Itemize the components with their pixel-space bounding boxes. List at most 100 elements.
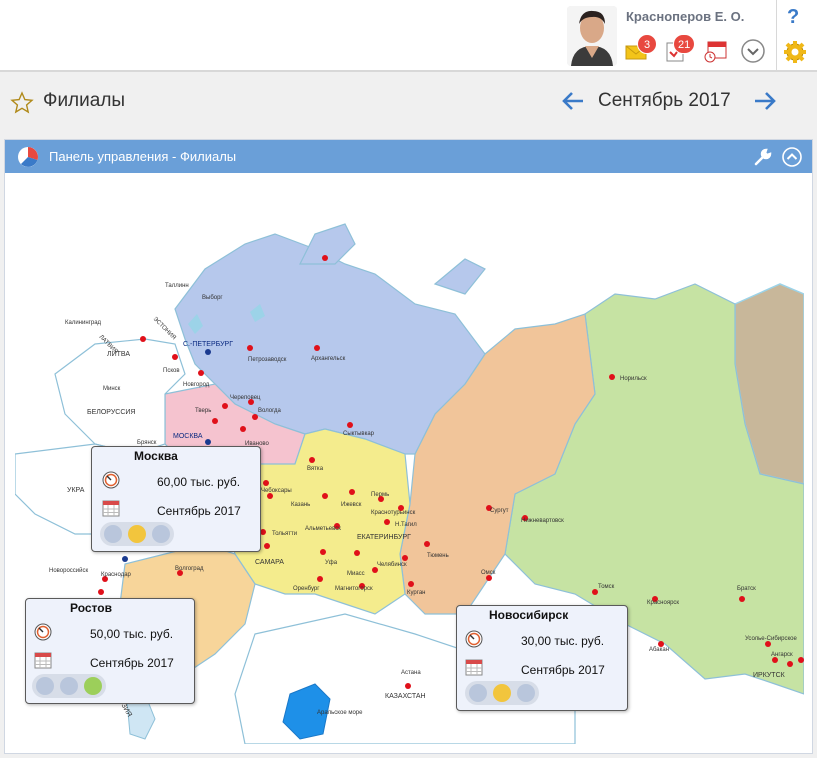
calendar-icon (34, 652, 52, 669)
gauge-icon (465, 630, 483, 648)
map-label-nizhnevartovsk: Нижневартовск (521, 518, 564, 524)
pie-chart-icon (18, 147, 38, 167)
map-label-surgut: Сургут (490, 508, 509, 514)
map-label-ekaterinburg: ЕКАТЕРИНБУРГ (357, 534, 411, 541)
map-label-tolyatti: Тольятти (272, 531, 297, 537)
map-label-syktyvkar: Сыктывкар (343, 431, 375, 437)
branch-value: 60,00 тыс. руб. (157, 475, 241, 489)
map-label-samara: САМАРА (255, 559, 284, 566)
light-yellow-on (128, 525, 146, 543)
avatar[interactable] (567, 6, 617, 66)
header-divider (776, 0, 777, 72)
light-red-off (36, 677, 54, 695)
light-green-on (84, 677, 102, 695)
map-label-almetyevsk: Альметьевск (305, 526, 341, 532)
map-label-izhevsk: Ижевск (341, 502, 362, 508)
map-label-astana: Астана (401, 670, 421, 676)
branch-date: Сентябрь 2017 (521, 663, 605, 677)
map-label-cherepovets: Череповец (230, 395, 261, 401)
help-button[interactable]: ? (787, 6, 799, 29)
map-label-ukraine: УКРА (67, 487, 85, 494)
map-label-tver: Тверь (195, 408, 211, 414)
gauge-icon (34, 623, 52, 641)
calendar-icon (102, 500, 120, 517)
gear-icon (784, 41, 806, 63)
branches-map[interactable]: Таллинн Выборг ЭСТОНИЯ ЛАТВИЯ ЛИТВА Кали… (15, 174, 804, 744)
map-label-vyborg: Выборг (202, 295, 223, 301)
map-label-chelyabinsk: Челябинск (377, 562, 407, 568)
favorite-star-icon[interactable] (10, 91, 34, 115)
branch-popup-moscow[interactable]: Москва 60,00 тыс. руб. Сентябрь 2017 (91, 446, 261, 552)
map-label-minsk: Минск (103, 386, 121, 392)
messages-badge: 3 (637, 34, 657, 54)
light-green-off (152, 525, 170, 543)
settings-button[interactable] (783, 40, 809, 66)
map-label-magnitogorsk: Магнитогорск (335, 586, 373, 592)
branch-popup-rostov[interactable]: Ростов 50,00 тыс. руб. Сентябрь 2017 (25, 598, 195, 704)
map-label-norilsk: Норильск (620, 376, 647, 382)
user-name[interactable]: Красноперов Е. О. (626, 9, 744, 24)
collapse-chevron-up-icon[interactable] (781, 146, 803, 168)
map-label-krasnoyarsk: Красноярск (647, 600, 679, 606)
map-label-tomsk: Томск (598, 584, 615, 590)
map-label-kurgan: Курган (407, 590, 425, 596)
map-label-bratsk: Братск (737, 586, 756, 592)
map-label-petrozavodsk: Петрозаводск (248, 357, 287, 363)
wrench-icon[interactable] (753, 147, 773, 167)
map-label-abakan: Абакан (649, 647, 669, 653)
map-label-novorossiysk: Новороссийск (49, 567, 89, 574)
map-label-novgorod: Новгород (183, 382, 210, 388)
map-label-lithuania: ЛИТВА (107, 351, 130, 358)
map-label-kazakhstan: КАЗАХСТАН (385, 693, 426, 700)
user-menu-button[interactable] (740, 38, 766, 64)
user-photo-icon (567, 6, 617, 66)
light-green-off (517, 684, 535, 702)
branch-popup-novosibirsk[interactable]: Новосибирск 30,00 тыс. руб. Сентябрь 201… (456, 605, 628, 711)
map-label-belarus: БЕЛОРУССИЯ (87, 409, 135, 416)
map-label-arkhangelsk: Архангельск (311, 356, 346, 362)
next-month-arrow-icon[interactable] (753, 90, 777, 112)
map-label-pskov: Псков (163, 368, 180, 374)
gauge-icon (102, 471, 120, 489)
map-label-ufa: Уфа (325, 560, 338, 566)
top-bar: Красноперов Е. О. 3 21 ? (0, 0, 817, 72)
map-label-perm: Пермь (371, 492, 389, 498)
dashboard-panel: Панель управления - Филиалы Таллинн Выбо… (4, 139, 813, 754)
branch-name: Москва (134, 449, 178, 463)
map-label-angarsk: Ангарск (771, 652, 793, 658)
map-label-usolye: Усолье-Сибирское (745, 636, 797, 642)
page-title: Филиалы (43, 90, 126, 111)
map-label-volgograd: Волгоград (175, 566, 204, 572)
map-label-aral: Аральское море (317, 710, 363, 716)
map-label-kazan: Казань (291, 502, 310, 508)
branch-value: 30,00 тыс. руб. (521, 634, 605, 648)
map-label-kaliningrad: Калининград (65, 320, 102, 326)
status-traffic-light (465, 681, 539, 705)
light-yellow-off (60, 677, 78, 695)
map-label-spb: С.-ПЕТЕРБУРГ (183, 341, 233, 348)
branch-name: Новосибирск (489, 608, 569, 622)
light-red-off (104, 525, 122, 543)
map-label-krasnodar: Краснодар (101, 572, 132, 578)
map-label-ntagil: Н.Тагил (395, 522, 417, 528)
map-label-vologda: Вологда (258, 408, 282, 414)
calendar-icon (465, 659, 483, 676)
light-red-off (469, 684, 487, 702)
status-traffic-light (100, 522, 174, 546)
current-month: Сентябрь 2017 (598, 90, 731, 111)
previous-month-arrow-icon[interactable] (561, 90, 585, 112)
map-label-miass: Миасс (347, 571, 365, 577)
panel-title: Панель управления - Филиалы (49, 149, 237, 164)
page-heading: Филиалы Сентябрь 2017 (0, 74, 817, 136)
map-label-krasnoturinsk: Краснотурьинск (371, 510, 416, 516)
status-traffic-light (32, 674, 106, 698)
map-label-vyatka: Вятка (307, 466, 324, 472)
calendar-button[interactable] (702, 38, 728, 64)
map-label-moscow: МОСКВА (173, 433, 203, 440)
branch-date: Сентябрь 2017 (157, 504, 241, 518)
map-label-tyumen: Тюмень (427, 553, 449, 559)
branch-value: 50,00 тыс. руб. (90, 627, 174, 641)
tasks-badge: 21 (673, 34, 696, 54)
map-label-orenburg: Оренбург (293, 586, 320, 592)
calendar-clock-icon (704, 41, 727, 63)
